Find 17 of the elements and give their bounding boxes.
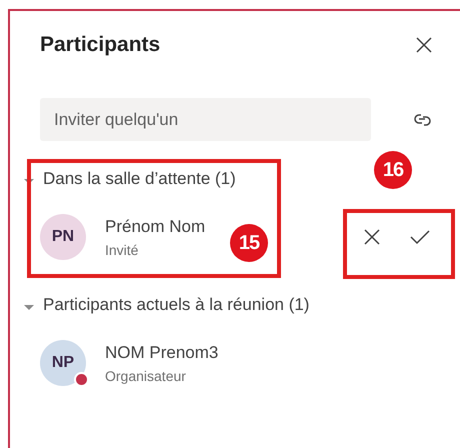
person-role: Organisateur xyxy=(105,368,187,384)
close-icon[interactable] xyxy=(415,36,433,54)
person-name: NOM Prenom3 xyxy=(105,342,218,362)
avatar: NP xyxy=(40,340,86,386)
panel-title: Participants xyxy=(40,33,160,57)
person-name: Prénom Nom xyxy=(105,216,206,236)
callout-number: 15 xyxy=(230,224,268,262)
invite-field[interactable]: Inviter quelqu'un xyxy=(40,98,371,141)
deny-icon[interactable] xyxy=(363,228,381,246)
person-role: Invité xyxy=(105,242,140,258)
section-header[interactable]: Dans la salle d’attente (1) xyxy=(43,169,236,189)
section-header[interactable]: Participants actuels à la réunion (1) xyxy=(43,295,310,315)
admit-icon[interactable] xyxy=(409,229,431,245)
expand-caret-icon[interactable] xyxy=(24,305,34,310)
expand-caret-icon[interactable] xyxy=(24,179,34,184)
callout-number: 16 xyxy=(374,151,412,189)
avatar: PN xyxy=(40,214,86,260)
